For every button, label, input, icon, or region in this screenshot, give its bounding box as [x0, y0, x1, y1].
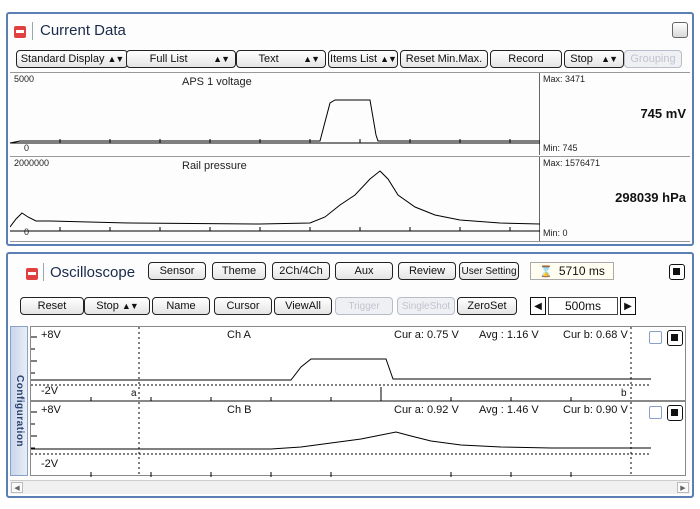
horizontal-scrollbar[interactable]: ◀ ▶ — [10, 480, 690, 494]
sensor-button[interactable]: Sensor — [148, 262, 206, 280]
record-button[interactable]: Record — [490, 50, 562, 68]
current-data-title: Current Data — [40, 22, 126, 39]
ch-a-bottom-scale: -2V — [41, 385, 59, 397]
rail-pressure-side-panel: Max: 1576471 298039 hPa Min: 0 — [540, 157, 690, 241]
ch-a-checkbox[interactable] — [649, 331, 662, 344]
cursor-button[interactable]: Cursor — [214, 297, 272, 315]
ch-a-stop-icon[interactable] — [667, 330, 683, 346]
aps-graph-svg — [10, 99, 540, 144]
timebase-decrease-icon[interactable]: ◀ — [530, 297, 546, 315]
aps-value: 745 mV — [640, 106, 686, 121]
user-setting-button[interactable]: User Setting — [459, 262, 519, 280]
osc-channel-b: +8V -2V Ch B Cur a: 0.92 V Avg : 1.46 V … — [30, 401, 686, 477]
full-list-label: Full List — [149, 53, 188, 65]
collapse-icon[interactable] — [26, 268, 38, 280]
dropdown-arrows-icon: ▲▼ — [303, 54, 320, 64]
maximize-icon[interactable] — [672, 22, 688, 38]
ch-a-top-scale: +8V — [41, 329, 61, 341]
ch-b-average-value: Avg : 1.46 V — [479, 404, 539, 416]
stop-dropdown[interactable]: Stop ▲▼ — [84, 297, 150, 315]
ch-a-cursor-a-marker[interactable]: a — [131, 388, 137, 399]
ch-b-checkbox[interactable] — [649, 406, 662, 419]
timebase-value: 500ms — [548, 297, 618, 315]
text-label: Text — [258, 53, 279, 65]
ch-a-cursor-a-value: Cur a: 0.75 V — [394, 329, 459, 341]
rail-pressure-graph: 2000000 0 Rail pressure — [10, 157, 540, 241]
current-data-panel: Current Data Standard Display ▲▼ Full Lis… — [6, 12, 694, 246]
stop-label: Stop — [570, 53, 593, 65]
standard-display-dropdown[interactable]: Standard Display ▲▼ — [16, 50, 128, 68]
ch-b-top-scale: +8V — [41, 404, 61, 416]
text-dropdown[interactable]: Text ▲▼ — [236, 50, 326, 68]
standard-display-label: Standard Display — [20, 53, 105, 65]
aps-min: Min: 745 — [543, 143, 578, 153]
configuration-label: Configuration — [14, 375, 25, 448]
title-divider — [43, 263, 44, 281]
collapse-icon[interactable] — [14, 26, 26, 38]
rail-pressure-scale-bottom: 0 — [24, 227, 30, 237]
items-list-label: Items List — [330, 53, 378, 65]
stop-square-icon[interactable] — [669, 264, 685, 280]
rail-pressure-scale-top: 2000000 — [14, 158, 50, 168]
theme-button[interactable]: Theme — [212, 262, 266, 280]
ch-b-stop-icon[interactable] — [667, 405, 683, 421]
configuration-tab[interactable]: Configuration — [10, 326, 28, 476]
rail-pressure-value: 298039 hPa — [615, 190, 686, 205]
dropdown-arrows-icon: ▲▼ — [107, 54, 124, 64]
reset-minmax-button[interactable]: Reset Min.Max. — [400, 50, 488, 68]
reset-button[interactable]: Reset — [20, 297, 84, 315]
dropdown-arrows-icon: ▲▼ — [380, 54, 397, 64]
stop-dropdown[interactable]: Stop ▲▼ — [564, 50, 624, 68]
stop-label: Stop — [96, 300, 119, 312]
zero-set-button[interactable]: ZeroSet — [457, 297, 517, 315]
name-button[interactable]: Name — [152, 297, 210, 315]
scroll-right-icon[interactable]: ▶ — [677, 482, 689, 493]
ch-a-name: Ch A — [227, 329, 251, 341]
ch-b-bottom-scale: -2V — [41, 458, 59, 470]
dropdown-arrows-icon: ▲▼ — [213, 54, 230, 64]
timebase-increase-icon[interactable]: ▶ — [620, 297, 636, 315]
aps-max: Max: 3471 — [543, 74, 586, 84]
ch-a-average-value: Avg : 1.16 V — [479, 329, 539, 341]
aps-scale-bottom: 0 — [24, 143, 30, 153]
review-button[interactable]: Review — [398, 262, 456, 280]
dropdown-arrows-icon: ▲▼ — [601, 54, 618, 64]
view-all-button[interactable]: ViewAll — [274, 297, 332, 315]
dropdown-arrows-icon: ▲▼ — [121, 301, 139, 311]
oscilloscope-panel: Oscilloscope Sensor Theme 2Ch/4Ch Aux Re… — [6, 252, 694, 498]
trigger-button[interactable]: Trigger — [335, 297, 393, 315]
items-list-dropdown[interactable]: Items List ▲▼ — [328, 50, 398, 68]
ch-a-cursor-b-value: Cur b: 0.68 V — [563, 329, 628, 341]
rail-pressure-channel-name: Rail pressure — [182, 160, 247, 172]
osc-channel-a: +8V -2V Ch A a b Cur a: 0.75 V Avg : 1.1… — [30, 326, 686, 402]
full-list-dropdown[interactable]: Full List ▲▼ — [126, 50, 236, 68]
aux-button[interactable]: Aux — [335, 262, 393, 280]
ch-b-name: Ch B — [227, 404, 252, 416]
hourglass-icon: ⌛ — [539, 265, 553, 278]
aps-graph: 5000 0 APS 1 voltage — [10, 73, 540, 155]
aps-channel-name: APS 1 voltage — [182, 76, 252, 88]
channel-row-aps: 5000 0 APS 1 voltage Max: 3471 745 mV Mi… — [10, 72, 690, 155]
channel-row-rail-pressure: 2000000 0 Rail pressure Max: 1576471 298… — [10, 156, 690, 242]
ch-b-cursor-a-value: Cur a: 0.92 V — [394, 404, 459, 416]
rail-pressure-min: Min: 0 — [543, 228, 568, 238]
oscilloscope-title: Oscilloscope — [50, 264, 136, 281]
scroll-left-icon[interactable]: ◀ — [11, 482, 23, 493]
elapsed-time-value: 5710 ms — [558, 264, 605, 278]
elapsed-time-display: ⌛ 5710 ms — [530, 262, 614, 280]
title-divider — [32, 22, 33, 40]
grouping-button[interactable]: Grouping — [624, 50, 682, 68]
aps-scale-top: 5000 — [14, 74, 35, 84]
aps-side-panel: Max: 3471 745 mV Min: 745 — [540, 73, 690, 155]
rail-pressure-max: Max: 1576471 — [543, 158, 601, 168]
ch-a-cursor-b-marker[interactable]: b — [621, 388, 627, 399]
single-shot-button[interactable]: SingleShot — [397, 297, 455, 315]
rail-pressure-graph-svg — [10, 170, 540, 232]
ch-mode-button[interactable]: 2Ch/4Ch — [272, 262, 330, 280]
ch-b-cursor-b-value: Cur b: 0.90 V — [563, 404, 628, 416]
